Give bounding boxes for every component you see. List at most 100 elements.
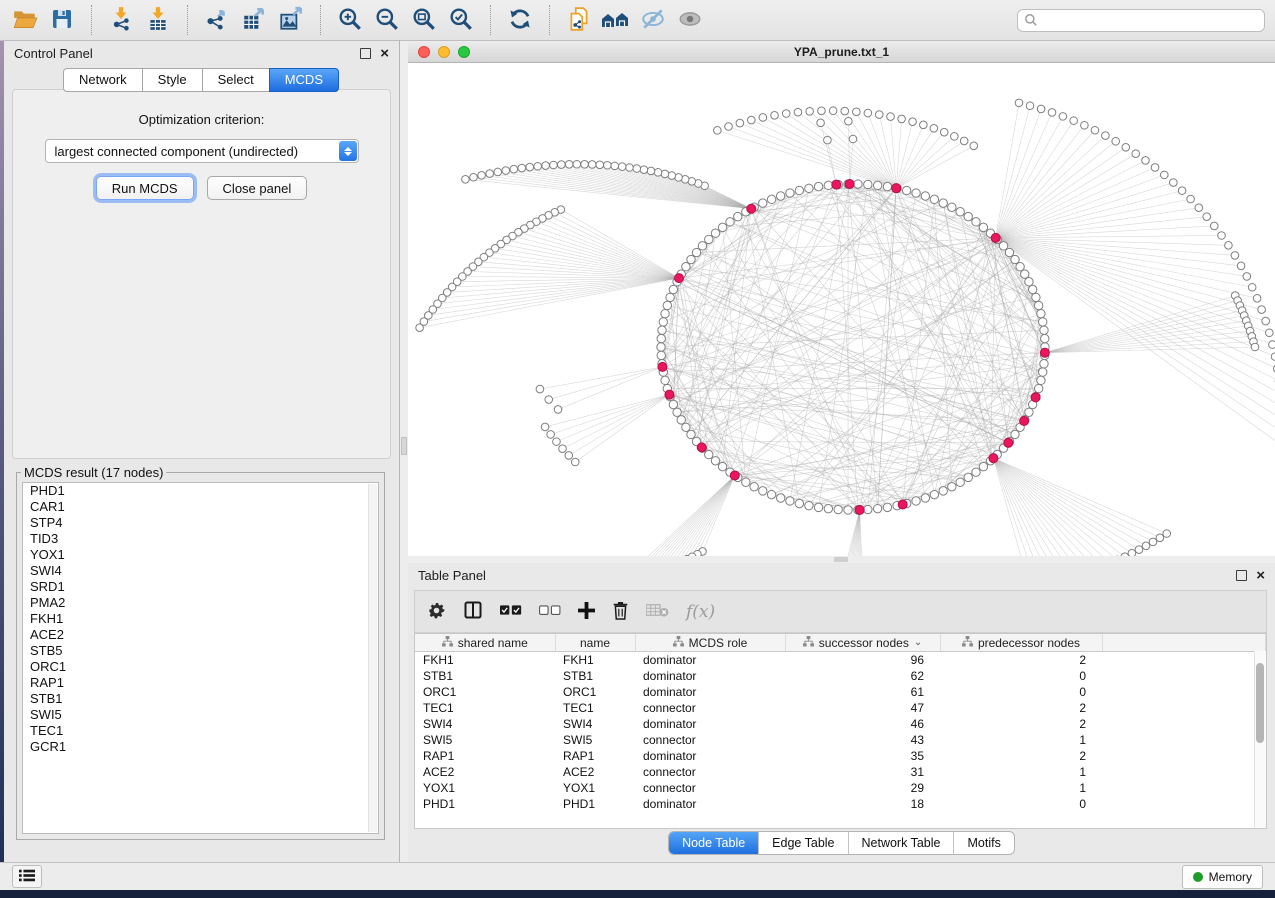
table-cell[interactable]: 46: [785, 716, 940, 732]
table-cell[interactable]: 1: [940, 780, 1102, 796]
zoom-in-button[interactable]: [335, 5, 365, 35]
tab-motifs[interactable]: Motifs: [953, 832, 1013, 854]
tab-edge-table[interactable]: Edge Table: [758, 832, 847, 854]
network-graph[interactable]: [408, 63, 1275, 556]
mcds-result-item[interactable]: STB5: [23, 643, 378, 659]
table-cell[interactable]: 1: [940, 732, 1102, 748]
save-session-button[interactable]: [47, 5, 77, 35]
mcds-result-item[interactable]: YOX1: [23, 547, 378, 563]
table-cell[interactable]: 31: [785, 764, 940, 780]
zoom-out-button[interactable]: [372, 5, 402, 35]
column-header-shared-name[interactable]: shared name: [415, 634, 555, 652]
table-cell[interactable]: 96: [785, 652, 940, 669]
tab-style[interactable]: Style: [142, 68, 203, 92]
column-header-mcds-role[interactable]: MCDS role: [635, 634, 785, 652]
table-cell[interactable]: 47: [785, 700, 940, 716]
splitter-grip[interactable]: [834, 557, 848, 562]
export-image-button[interactable]: [276, 5, 306, 35]
table-cell[interactable]: YOX1: [415, 780, 555, 796]
splitter-grip[interactable]: [401, 437, 407, 455]
table-row[interactable]: STB1STB1dominator620: [415, 668, 1266, 684]
network-canvas[interactable]: [408, 63, 1275, 556]
task-history-button[interactable]: [12, 865, 42, 888]
table-row[interactable]: YOX1YOX1connector291: [415, 780, 1266, 796]
mcds-result-item[interactable]: PMA2: [23, 595, 378, 611]
select-all-button[interactable]: [500, 604, 522, 619]
mcds-result-item[interactable]: FKH1: [23, 611, 378, 627]
table-cell[interactable]: 1: [940, 764, 1102, 780]
table-cell[interactable]: dominator: [635, 684, 785, 700]
table-row[interactable]: ORC1ORC1dominator610: [415, 684, 1266, 700]
unselect-all-button[interactable]: [539, 604, 561, 619]
table-row[interactable]: PHD1PHD1dominator180: [415, 796, 1266, 812]
table-cell[interactable]: dominator: [635, 668, 785, 684]
table-cell[interactable]: SWI4: [555, 716, 635, 732]
column-header-predecessor-nodes[interactable]: predecessor nodes: [940, 634, 1102, 652]
close-panel-icon[interactable]: ×: [1256, 570, 1265, 582]
show-all-button[interactable]: [675, 5, 705, 35]
table-cell[interactable]: 61: [785, 684, 940, 700]
column-header-successor-nodes[interactable]: successor nodes⌄: [785, 634, 940, 652]
table-cell[interactable]: ORC1: [415, 684, 555, 700]
table-cell[interactable]: 2: [940, 748, 1102, 764]
horizontal-splitter[interactable]: [408, 556, 1275, 563]
mcds-result-item[interactable]: TID3: [23, 531, 378, 547]
table-cell[interactable]: RAP1: [555, 748, 635, 764]
first-neighbors-button[interactable]: [601, 5, 631, 35]
open-file-button[interactable]: [10, 5, 40, 35]
vertical-splitter[interactable]: [400, 41, 408, 862]
mcds-result-item[interactable]: GCR1: [23, 739, 378, 755]
mcds-result-list[interactable]: PHD1CAR1STP4TID3YOX1SWI4SRD1PMA2FKH1ACE2…: [22, 482, 379, 834]
new-network-from-selection-button[interactable]: [564, 5, 594, 35]
criterion-select[interactable]: largest connected component (undirected): [45, 139, 359, 163]
table-row[interactable]: SWI5SWI5connector431: [415, 732, 1266, 748]
table-scrollbar-thumb[interactable]: [1256, 663, 1264, 743]
close-panel-button[interactable]: Close panel: [207, 176, 308, 200]
table-cell[interactable]: SWI4: [415, 716, 555, 732]
tab-mcds[interactable]: MCDS: [269, 68, 339, 92]
table-cell[interactable]: 0: [940, 668, 1102, 684]
table-cell[interactable]: connector: [635, 780, 785, 796]
mcds-result-item[interactable]: ACE2: [23, 627, 378, 643]
table-cell[interactable]: FKH1: [415, 652, 555, 669]
table-cell[interactable]: dominator: [635, 748, 785, 764]
sort-chevron-icon[interactable]: ⌄: [914, 637, 922, 648]
table-cell[interactable]: dominator: [635, 652, 785, 669]
table-cell[interactable]: dominator: [635, 716, 785, 732]
float-panel-icon[interactable]: [1236, 570, 1247, 581]
mcds-result-item[interactable]: SWI4: [23, 563, 378, 579]
close-panel-icon[interactable]: ×: [380, 48, 389, 60]
zoom-fit-button[interactable]: [409, 5, 439, 35]
import-table-button[interactable]: [143, 5, 173, 35]
mcds-result-item[interactable]: TEC1: [23, 723, 378, 739]
tab-network-table[interactable]: Network Table: [848, 832, 954, 854]
mcds-result-item[interactable]: RAP1: [23, 675, 378, 691]
table-cell[interactable]: 0: [940, 796, 1102, 812]
table-cell[interactable]: 2: [940, 716, 1102, 732]
table-cell[interactable]: TEC1: [415, 700, 555, 716]
table-cell[interactable]: connector: [635, 732, 785, 748]
table-cell[interactable]: TEC1: [555, 700, 635, 716]
import-network-button[interactable]: [106, 5, 136, 35]
table-scrollbar[interactable]: [1254, 651, 1266, 828]
table-cell[interactable]: 2: [940, 700, 1102, 716]
table-cell[interactable]: 35: [785, 748, 940, 764]
table-cell[interactable]: 2: [940, 652, 1102, 669]
mcds-result-item[interactable]: PHD1: [23, 483, 378, 499]
table-cell[interactable]: connector: [635, 764, 785, 780]
table-row[interactable]: RAP1RAP1dominator352: [415, 748, 1266, 764]
mcds-result-item[interactable]: SWI5: [23, 707, 378, 723]
table-cell[interactable]: SWI5: [415, 732, 555, 748]
run-mcds-button[interactable]: Run MCDS: [96, 176, 194, 200]
tab-node-table[interactable]: Node Table: [669, 832, 758, 854]
export-network-button[interactable]: [202, 5, 232, 35]
table-cell[interactable]: ACE2: [415, 764, 555, 780]
export-table-button[interactable]: [239, 5, 269, 35]
hide-selected-button[interactable]: [638, 5, 668, 35]
apply-layout-button[interactable]: [505, 5, 535, 35]
float-panel-icon[interactable]: [360, 48, 371, 59]
table-row[interactable]: FKH1FKH1dominator962: [415, 652, 1266, 669]
network-window-titlebar[interactable]: YPA_prune.txt_1: [408, 41, 1275, 63]
add-row-button[interactable]: [578, 602, 595, 622]
table-cell[interactable]: FKH1: [555, 652, 635, 669]
